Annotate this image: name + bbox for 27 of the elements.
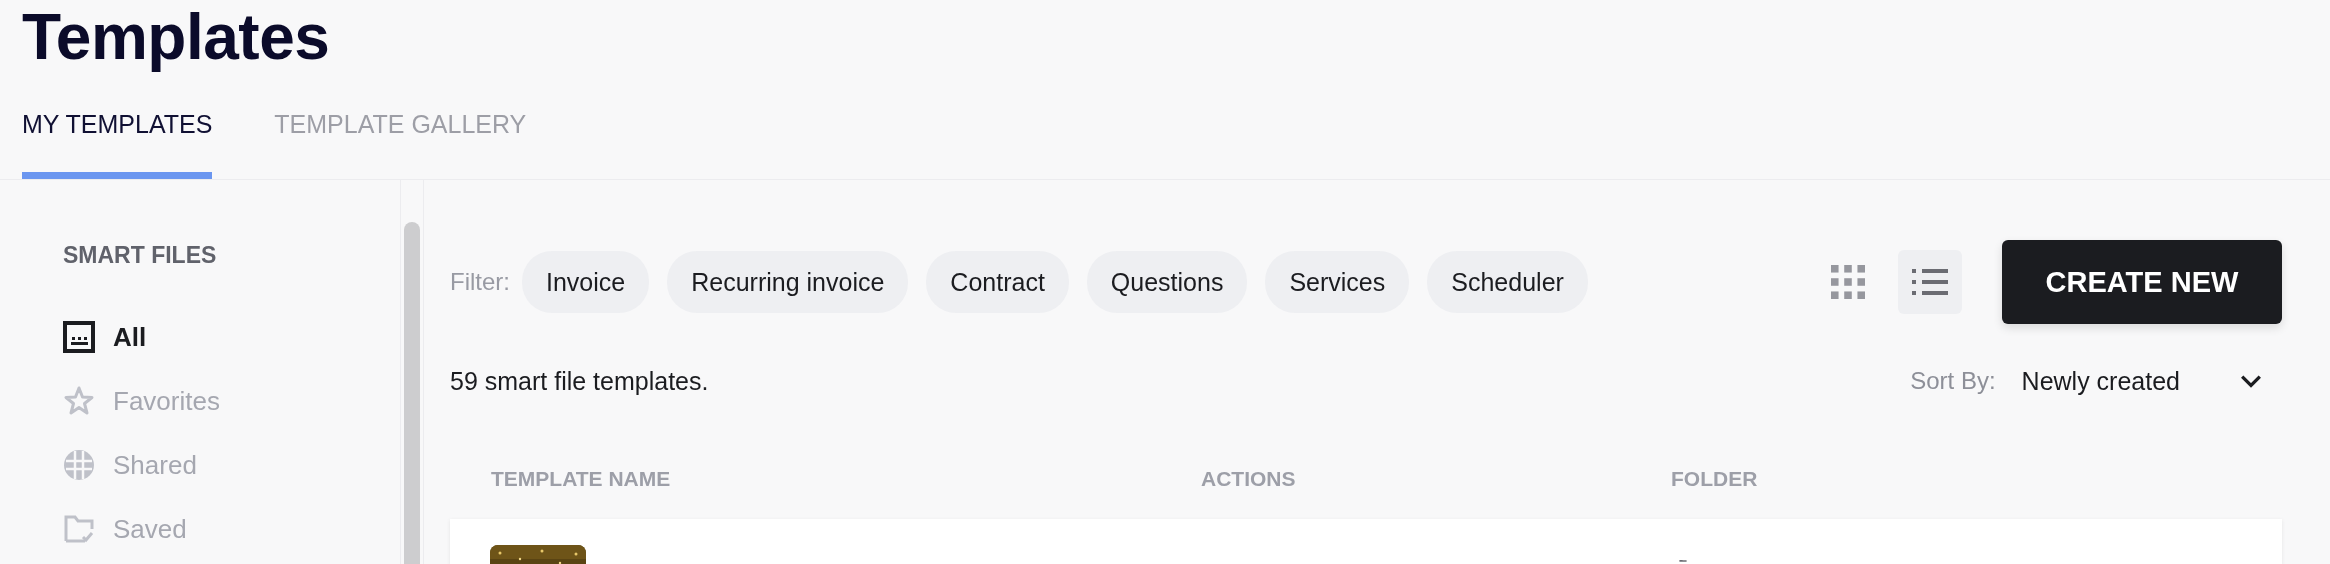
globe-icon	[63, 449, 95, 481]
template-icon	[63, 321, 95, 353]
scrollbar[interactable]	[404, 222, 420, 564]
sort-dropdown[interactable]: Newly created	[2021, 366, 2282, 396]
list-view-button[interactable]	[1898, 250, 1962, 314]
filter-chip[interactable]: Services	[1265, 251, 1410, 313]
template-row[interactable]	[450, 519, 2282, 564]
sort-label: Sort By:	[1910, 367, 1996, 395]
filter-chip[interactable]: Recurring invoice	[667, 251, 909, 313]
filter-chip[interactable]: Invoice	[522, 251, 650, 313]
grid-icon	[1830, 265, 1866, 299]
sidebar-item[interactable]: All	[63, 305, 378, 369]
star-icon	[63, 385, 95, 417]
folder-check-icon	[63, 513, 95, 545]
create-new-button[interactable]: CREATE NEW	[2002, 240, 2282, 324]
filter-chip[interactable]: Scheduler	[1427, 251, 1588, 313]
page-title: Templates	[21, 0, 331, 72]
filter-label: Filter:	[450, 268, 510, 296]
tab[interactable]: MY TEMPLATES	[22, 110, 213, 179]
filter-chip[interactable]: Contract	[926, 251, 1069, 313]
column-header: ACTIONS	[1201, 467, 1297, 491]
template-count: 59 smart file templates.	[450, 366, 709, 396]
chevron-down-icon	[2240, 374, 2262, 388]
column-header: FOLDER	[1671, 467, 1758, 491]
column-header: TEMPLATE NAME	[491, 467, 672, 491]
filter-chip[interactable]: Questions	[1086, 251, 1248, 313]
section-heading: SMART FILES	[63, 242, 218, 269]
